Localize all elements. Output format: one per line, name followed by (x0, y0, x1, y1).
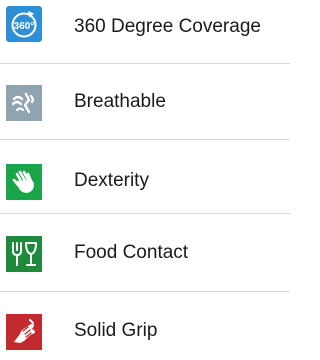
divider (0, 63, 290, 64)
feature-row-solid-grip: Solid Grip (0, 302, 290, 360)
divider (0, 139, 290, 140)
food-contact-icon (6, 236, 42, 272)
solid-grip-icon (6, 314, 42, 350)
feature-label: Solid Grip (74, 320, 158, 341)
360-coverage-icon: 360° (6, 6, 42, 42)
feature-list: 360° 360 Degree Coverage Breathable Dext… (0, 0, 290, 350)
feature-row-dexterity: Dexterity (0, 152, 290, 210)
feature-row-breathable: Breathable (0, 73, 290, 131)
dexterity-hand-icon (6, 164, 42, 200)
feature-label: 360 Degree Coverage (74, 16, 261, 37)
svg-text:360°: 360° (14, 21, 35, 32)
feature-label: Breathable (74, 91, 166, 112)
divider (0, 291, 290, 292)
feature-label: Dexterity (74, 170, 149, 191)
feature-label: Food Contact (74, 242, 189, 263)
breathable-icon (6, 85, 42, 121)
divider (0, 213, 290, 214)
feature-row-360-coverage: 360° 360 Degree Coverage (0, 0, 290, 58)
feature-row-food-contact: Food Contact (0, 224, 290, 282)
